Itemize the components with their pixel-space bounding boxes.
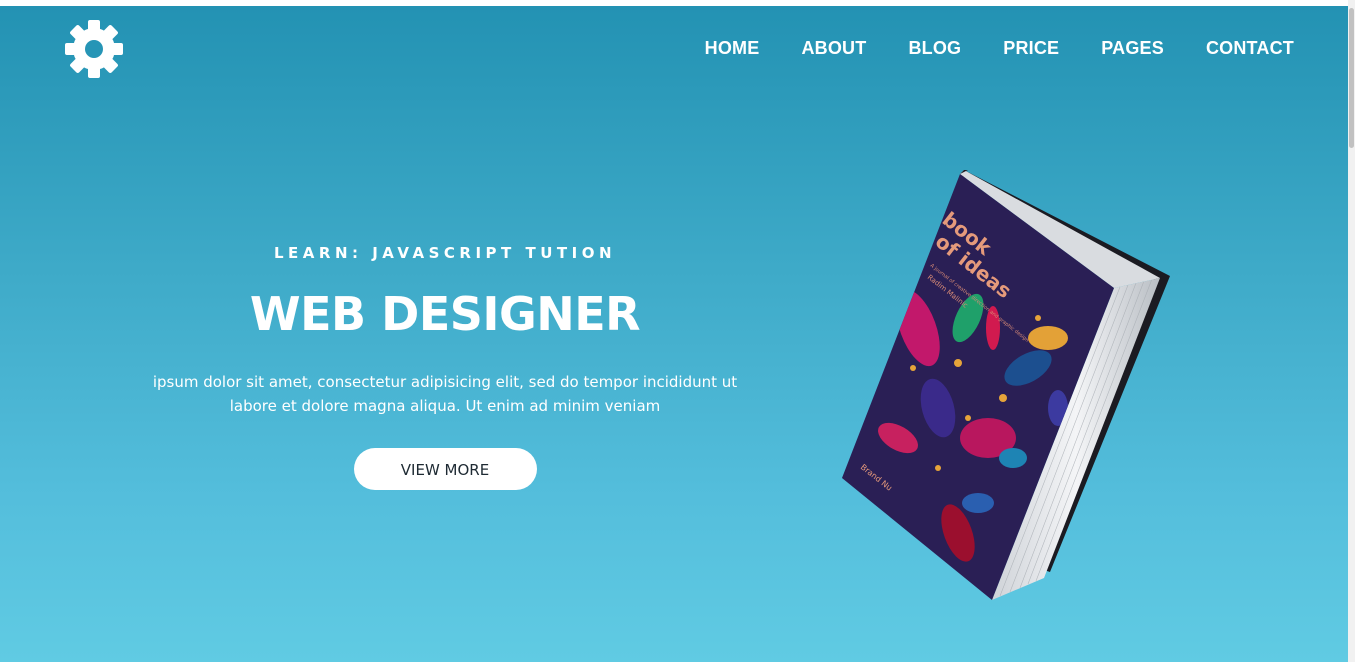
nav-blog[interactable]: BLOG	[908, 38, 961, 59]
nav-contact[interactable]: CONTACT	[1206, 38, 1294, 59]
hero-headline: WEB DESIGNER	[249, 287, 641, 341]
view-more-button[interactable]: VIEW MORE	[353, 448, 537, 490]
hero-section: HOME ABOUT BLOG PRICE PAGES CONTACT LEAR…	[0, 6, 1348, 662]
scrollbar[interactable]	[1348, 0, 1355, 662]
logo[interactable]	[64, 19, 124, 79]
hero-text: LEARN: JAVASCRIPT TUTION WEB DESIGNER ip…	[140, 244, 750, 490]
hero-description: ipsum dolor sit amet, consectetur adipis…	[140, 370, 750, 418]
book-illustration: book of ideas A journal of creative dire…	[842, 170, 1170, 600]
hero-description-line1: ipsum dolor sit amet, consectetur adipis…	[152, 373, 738, 391]
nav-about[interactable]: ABOUT	[801, 38, 866, 59]
hero-eyebrow: LEARN: JAVASCRIPT TUTION	[273, 244, 617, 262]
nav-pages[interactable]: PAGES	[1101, 38, 1164, 59]
nav-home[interactable]: HOME	[705, 38, 760, 59]
nav-price[interactable]: PRICE	[1003, 38, 1059, 59]
main-nav: HOME ABOUT BLOG PRICE PAGES CONTACT	[663, 38, 1294, 59]
gear-icon	[65, 20, 123, 78]
scrollbar-thumb[interactable]	[1349, 8, 1354, 148]
book-image: book of ideas A journal of creative dire…	[838, 168, 1178, 608]
hero-description-line2: labore et dolore magna aliqua. Ut enim a…	[229, 397, 661, 415]
